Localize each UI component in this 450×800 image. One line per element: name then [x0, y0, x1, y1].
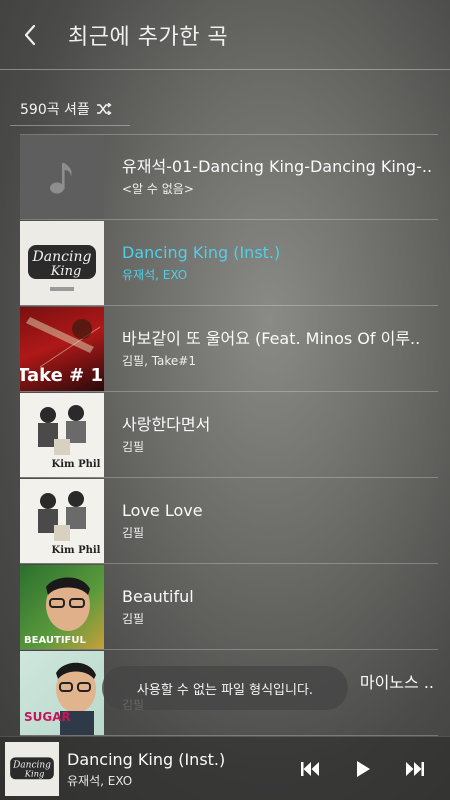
- svg-text:King: King: [50, 264, 82, 279]
- song-row[interactable]: Take # 1 바보같이 또 울어요 (Feat. Minos Of 이루..…: [20, 306, 438, 392]
- next-button[interactable]: [395, 749, 435, 789]
- toast-message: 사용할 수 없는 파일 형식입니다.: [102, 666, 348, 710]
- play-icon: [357, 761, 370, 777]
- album-art: Kim Phil: [20, 393, 104, 477]
- song-title: Love Love: [122, 501, 203, 520]
- song-artist: 김필, Take#1: [122, 354, 197, 368]
- song-artist: 유재석, EXO: [122, 268, 188, 282]
- back-button[interactable]: [0, 0, 60, 70]
- song-artist: 김필: [122, 612, 145, 626]
- album-art: Take # 1: [20, 307, 104, 391]
- shuffle-label: 590곡 셔플: [20, 101, 90, 118]
- album-art: Kim Phil: [20, 479, 104, 563]
- mini-player-artist: 유재석, EXO: [67, 773, 133, 788]
- song-row[interactable]: 유재석-01-Dancing King-Dancing King-.. <알 수…: [20, 134, 438, 220]
- chevron-left-icon: [24, 24, 36, 45]
- song-title: Dancing King (Inst.): [122, 243, 281, 262]
- svg-text:King: King: [24, 768, 45, 778]
- music-note-icon: [50, 163, 72, 194]
- shuffle-icon: [96, 102, 112, 115]
- song-artist: 김필: [122, 526, 145, 540]
- art-text: SUGAR: [24, 710, 71, 724]
- art-text: BEAUTIFUL: [24, 635, 86, 646]
- previous-icon: [301, 762, 319, 776]
- song-row[interactable]: BEAUTIFUL Beautiful 김필: [20, 564, 438, 650]
- kim-phil-cover-icon: Kim Phil: [38, 405, 101, 470]
- song-row[interactable]: Kim Phil Love Love 김필: [20, 478, 438, 564]
- kim-feel-sugar-cover-icon: SUGAR: [24, 662, 96, 735]
- page-title: 최근에 추가한 곡: [68, 24, 229, 50]
- app-header: 최근에 추가한 곡: [0, 0, 450, 70]
- kim-feel-beautiful-cover-icon: BEAUTIFUL: [24, 577, 90, 646]
- play-button[interactable]: [343, 749, 383, 789]
- mini-player[interactable]: Dancing King Dancing King (Inst.) 유재석, E…: [0, 736, 450, 800]
- previous-button[interactable]: [290, 749, 330, 789]
- song-row-now-playing[interactable]: Dancing King Dancing King (Inst.) 유재석, E…: [20, 220, 438, 306]
- song-title: 유재석-01-Dancing King-Dancing King-..: [122, 157, 433, 176]
- album-art: BEAUTIFUL: [20, 565, 104, 649]
- kim-phil-cover-icon: Kim Phil: [38, 491, 101, 556]
- dancing-king-cover-icon: Dancing King: [20, 221, 104, 305]
- mini-player-album-art: Dancing King: [5, 741, 59, 796]
- take1-cover-icon: Take # 1: [20, 317, 103, 386]
- album-art: Dancing King: [20, 221, 104, 305]
- song-title: 바보같이 또 울어요 (Feat. Minos Of 이루..: [122, 329, 421, 348]
- song-row[interactable]: Kim Phil 사랑한다면서 김필: [20, 392, 438, 478]
- album-art-placeholder: [20, 135, 104, 219]
- song-artist: 김필: [122, 440, 145, 454]
- album-art: SUGAR: [20, 651, 104, 735]
- song-artist: <알 수 없음>: [122, 182, 194, 196]
- next-icon: [406, 762, 424, 776]
- song-list: 유재석-01-Dancing King-Dancing King-.. <알 수…: [20, 134, 438, 736]
- mini-player-title: Dancing King (Inst.): [67, 749, 226, 769]
- svg-text:Dancing: Dancing: [32, 249, 92, 265]
- art-text: Kim Phil: [52, 459, 101, 470]
- song-title: Beautiful: [122, 587, 194, 606]
- art-text: Take # 1: [20, 365, 103, 386]
- song-title: 사랑한다면서: [122, 415, 211, 434]
- dancing-king-cover-icon: Dancing King: [5, 741, 59, 796]
- art-text: Kim Phil: [52, 545, 101, 556]
- shuffle-all-button[interactable]: 590곡 셔플: [10, 92, 130, 126]
